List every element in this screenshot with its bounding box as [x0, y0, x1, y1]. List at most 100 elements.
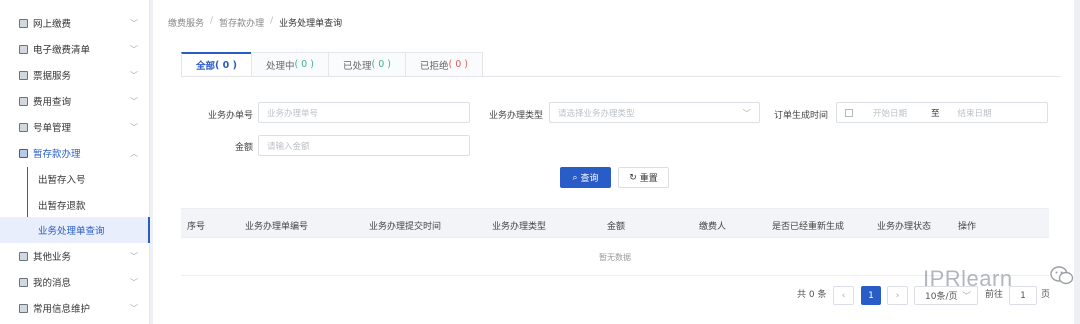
info-icon — [19, 303, 28, 313]
column-header: 缴费人 — [699, 222, 727, 232]
tab-label: 已处理 — [342, 60, 372, 72]
sidebar: 网上缴费 ﹀ 电子缴费清单 ﹀ 票据服务 ﹀ 费用查询 ﹀ 号单管理 ﹀ 暂存款… — [0, 0, 150, 324]
tab-label: 处理中 — [265, 60, 295, 72]
chevron-down-icon: ﹀ — [130, 304, 138, 313]
sidebar-item-label: 暂存款办理 — [33, 149, 81, 160]
sidebar-item-label: 其他业务 — [33, 252, 72, 263]
tab-processing[interactable]: 处理中 ( 0 ) — [250, 52, 329, 76]
type-select[interactable]: 请选择业务办理类型 ﹀ — [549, 102, 760, 123]
chevron-down-icon: ﹀ — [130, 45, 138, 54]
chevron-down-icon: ﹀ — [742, 108, 751, 119]
sidebar-item-payment-list[interactable]: 电子缴费清单 ﹀ — [0, 36, 150, 62]
chevron-left-icon: ‹ — [841, 290, 846, 301]
calendar-icon — [845, 108, 853, 117]
sidebar-subitem-deposit-number[interactable]: 出暂存入号 — [0, 166, 150, 192]
date-range-picker[interactable]: 开始日期 至 结束日期 — [836, 102, 1048, 123]
order-no-placeholder: 业务办理单号 — [267, 108, 319, 119]
sidebar-subitem-deposit-refund[interactable]: 出暂存退款 — [0, 192, 150, 218]
column-header: 序号 — [187, 222, 206, 232]
order-no-label: 业务办单号 — [207, 111, 253, 121]
chevron-right-icon: › — [895, 290, 900, 301]
breadcrumb-separator: / — [210, 16, 214, 26]
chevron-down-icon: ﹀ — [130, 97, 138, 106]
message-icon — [19, 277, 28, 287]
sidebar-subitem-label: 业务处理单查询 — [38, 226, 105, 237]
refresh-icon: ↻ — [629, 172, 637, 183]
search-fee-icon — [19, 96, 28, 106]
sidebar-item-label: 号单管理 — [33, 123, 72, 134]
sidebar-item-fee-query[interactable]: 费用查询 ﹀ — [0, 88, 150, 114]
search-button[interactable]: ⌕ 查询 — [560, 167, 611, 188]
main-panel: 缴费服务 / 暂存款办理 / 业务处理单查询 全部 ( 0 ) 处理中 ( 0 … — [153, 0, 1074, 324]
column-header: 是否已经重新生成 — [772, 222, 845, 232]
chevron-down-icon: ﹀ — [130, 278, 138, 287]
sidebar-item-info-maintenance[interactable]: 常用信息维护 ﹀ — [0, 295, 150, 321]
goto-page-input[interactable]: 1 — [1009, 286, 1037, 305]
column-header: 操作 — [958, 222, 977, 232]
other-icon — [19, 251, 28, 261]
next-page-button[interactable]: › — [887, 286, 908, 305]
tab-count: ( 0 ) — [215, 59, 237, 71]
table-header: 序号 业务办理单编号 业务办理提交时间 业务办理类型 金额 缴费人 是否已经重新… — [181, 208, 1049, 238]
chevron-up-icon: ︿ — [130, 149, 138, 158]
breadcrumb-item[interactable]: 缴费服务 — [168, 16, 204, 29]
tab-label: 已拒绝 — [419, 60, 449, 72]
sidebar-item-messages[interactable]: 我的消息 ﹀ — [0, 269, 150, 295]
sidebar-item-number-management[interactable]: 号单管理 ﹀ — [0, 114, 150, 140]
column-header: 业务办理状态 — [877, 222, 932, 232]
pagination-total: 共 0 条 — [797, 290, 827, 300]
deposit-icon — [19, 148, 28, 158]
tab-count: ( 0 ) — [371, 59, 391, 70]
sidebar-item-label: 网上缴费 — [33, 19, 72, 30]
sidebar-item-receipts[interactable]: 票据服务 ﹀ — [0, 62, 150, 88]
breadcrumb-current: 业务处理单查询 — [279, 19, 343, 29]
tab-count: ( 0 ) — [294, 59, 314, 70]
type-placeholder: 请选择业务办理类型 — [558, 108, 635, 119]
goto-suffix: 页 — [1041, 290, 1051, 300]
page-button-current[interactable]: 1 — [861, 286, 881, 305]
tab-label: 全部 — [196, 61, 216, 72]
breadcrumb-item[interactable]: 暂存款办理 — [219, 16, 264, 29]
list-icon — [19, 44, 28, 54]
table-empty-row: 暂无数据 — [181, 239, 1049, 276]
tab-count: ( 0 ) — [448, 59, 468, 70]
sidebar-item-deposit[interactable]: 暂存款办理 ︿ — [0, 140, 150, 166]
sidebar-subitem-label: 出暂存入号 — [38, 175, 86, 186]
wechat-icon — [1050, 266, 1074, 285]
sidebar-subitem-order-query[interactable]: 业务处理单查询 — [0, 217, 150, 243]
column-header: 金额 — [607, 222, 626, 232]
start-date-placeholder: 开始日期 — [873, 108, 908, 119]
breadcrumb-separator: / — [270, 16, 274, 26]
card-icon — [19, 18, 28, 28]
sidebar-item-label: 常用信息维护 — [33, 304, 91, 315]
goto-prefix: 前往 — [985, 290, 1004, 300]
sidebar-item-online-payment[interactable]: 网上缴费 ﹀ — [0, 10, 150, 36]
chevron-down-icon: ﹀ — [130, 71, 138, 80]
page-number: 1 — [868, 290, 874, 301]
amount-label: 金额 — [234, 143, 253, 153]
reset-button[interactable]: ↻ 重置 — [618, 167, 669, 188]
sidebar-item-other[interactable]: 其他业务 ﹀ — [0, 243, 150, 269]
column-header: 业务办理提交时间 — [369, 222, 442, 232]
sidebar-item-label: 票据服务 — [33, 71, 72, 82]
search-icon: ⌕ — [572, 172, 578, 183]
tabs-divider — [181, 76, 1061, 77]
type-label: 业务办理类型 — [488, 111, 543, 121]
order-no-input[interactable]: 业务办理单号 — [258, 102, 470, 123]
search-button-label: 查询 — [580, 174, 599, 184]
tab-rejected[interactable]: 已拒绝 ( 0 ) — [404, 52, 483, 76]
chevron-down-icon: ﹀ — [961, 292, 971, 302]
sidebar-item-label: 我的消息 — [33, 278, 72, 289]
page-size-select[interactable]: 10条/页 ﹀ — [914, 286, 978, 305]
amount-placeholder: 请输入金额 — [267, 141, 310, 152]
sidebar-item-label: 费用查询 — [33, 97, 72, 108]
tab-all[interactable]: 全部 ( 0 ) — [181, 52, 252, 76]
breadcrumb: 缴费服务 / 暂存款办理 / 业务处理单查询 — [168, 16, 342, 29]
receipt-icon — [19, 70, 28, 80]
reset-button-label: 重置 — [639, 174, 658, 184]
sidebar-subitem-label: 出暂存退款 — [38, 201, 86, 212]
chevron-down-icon: ﹀ — [130, 252, 138, 261]
prev-page-button[interactable]: ‹ — [833, 286, 854, 305]
amount-input[interactable]: 请输入金额 — [258, 135, 470, 156]
tab-processed[interactable]: 已处理 ( 0 ) — [327, 52, 406, 76]
